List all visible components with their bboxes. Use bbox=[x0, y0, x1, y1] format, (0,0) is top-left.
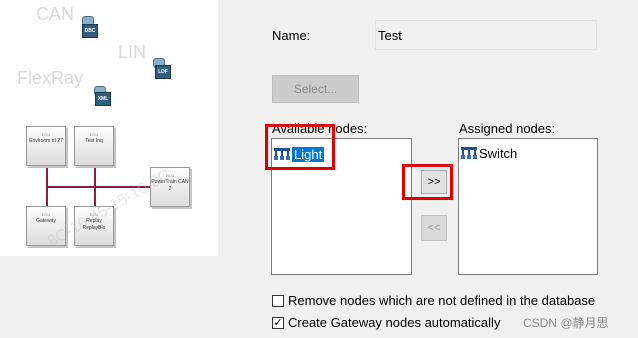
list-item[interactable]: Switch bbox=[461, 146, 517, 161]
can-bus-label: CAN bbox=[36, 4, 75, 24]
create-gateway-nodes-label: Create Gateway nodes automatically bbox=[288, 315, 501, 330]
flexray-bus-label: FlexRay bbox=[17, 68, 84, 88]
ecu-type: ECU bbox=[41, 212, 51, 217]
remove-undefined-nodes-checkbox[interactable] bbox=[272, 295, 284, 307]
ecu-node: ECU Environm nt 27 bbox=[26, 126, 66, 166]
dbc-badge: DBC bbox=[82, 24, 98, 38]
csdn-credit: CSDN @静月思 bbox=[523, 316, 609, 330]
lin-bus-label: LIN bbox=[118, 42, 147, 62]
ecu-node: ECU Test Inq bbox=[74, 126, 114, 166]
assigned-nodes-label: Assigned nodes: bbox=[459, 121, 556, 136]
remove-node-button[interactable]: << bbox=[421, 215, 447, 241]
ecu-name: Test Inq bbox=[85, 138, 103, 144]
select-button[interactable]: Select... bbox=[272, 75, 359, 103]
network-node-icon bbox=[461, 146, 477, 159]
xml-badge: XML bbox=[95, 92, 111, 106]
highlight-box bbox=[265, 124, 335, 170]
ecu-type: ECU bbox=[41, 132, 51, 137]
name-field[interactable]: Test bbox=[375, 20, 597, 50]
ecu-type: ECU bbox=[89, 132, 99, 137]
ecu-name: Environm nt 27 bbox=[29, 138, 63, 144]
ecu-name: Gateway bbox=[36, 218, 56, 224]
ldf-badge: LDF bbox=[155, 65, 171, 79]
remove-undefined-nodes-label: Remove nodes which are not defined in th… bbox=[288, 293, 596, 308]
name-label: Name: bbox=[272, 28, 311, 43]
create-gateway-nodes-checkbox[interactable]: ✓ bbox=[272, 317, 284, 329]
node-label-switch: Switch bbox=[479, 146, 518, 161]
assigned-nodes-list[interactable]: Switch bbox=[458, 138, 598, 275]
highlight-box bbox=[402, 164, 453, 200]
